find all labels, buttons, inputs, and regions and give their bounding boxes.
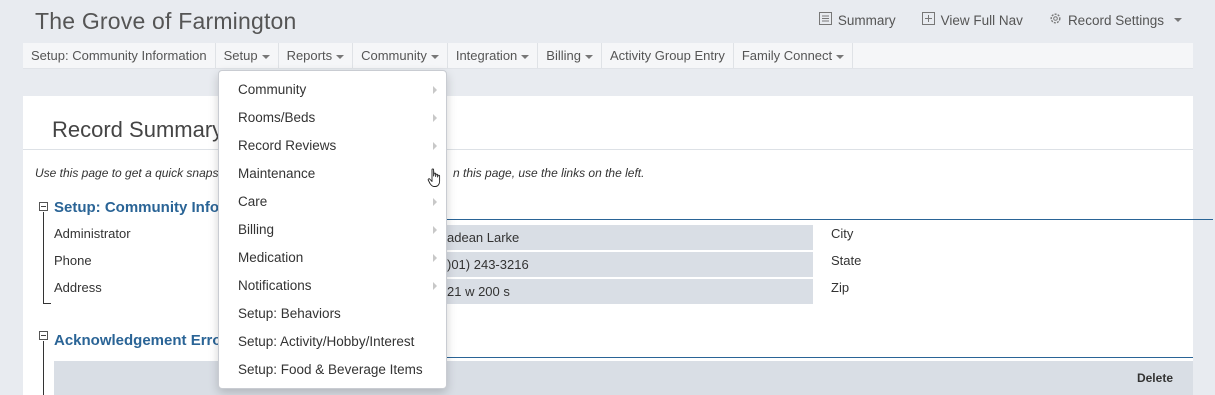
intro-text-end: n this page, use the links on the left.: [453, 166, 645, 180]
menu-item-rooms-beds[interactable]: Rooms/Beds: [219, 104, 446, 132]
section-bracket: [43, 341, 44, 395]
chevron-right-icon: [433, 86, 437, 94]
menu-item-setup-activity-hobby-interest[interactable]: Setup: Activity/Hobby/Interest: [219, 328, 446, 356]
label-address: Address: [54, 280, 102, 295]
collapse-toggle[interactable]: [39, 202, 48, 211]
summary-label: Summary: [837, 12, 896, 28]
label-administrator: Administrator: [54, 226, 131, 241]
intro-text: Use this page to get a quick snapsh n th…: [35, 166, 644, 180]
hand-cursor-icon: [427, 168, 443, 193]
view-full-nav-label: View Full Nav: [940, 12, 1023, 28]
gear-icon: [1049, 12, 1062, 28]
nav-integration[interactable]: Integration: [448, 43, 539, 68]
page-title: Record Summary: [52, 117, 224, 142]
chevron-down-icon: [336, 54, 345, 59]
list-icon: [818, 12, 832, 28]
record-settings-label: Record Settings: [1067, 12, 1164, 28]
chevron-down-icon: [1174, 18, 1182, 22]
label-city: City: [831, 226, 854, 241]
section-divider: [443, 219, 1213, 220]
menu-item-setup-food-beverage-items[interactable]: Setup: Food & Beverage Items: [219, 356, 446, 384]
label-zip: Zip: [831, 280, 850, 295]
label-phone: Phone: [54, 253, 92, 268]
nav-setup-community-information[interactable]: Setup: Community Information: [23, 43, 216, 68]
view-full-nav-link[interactable]: View Full Nav: [921, 12, 1023, 28]
nav-family-connect[interactable]: Family Connect: [734, 43, 854, 68]
top-actions: Summary View Full Nav Record Settings: [818, 12, 1182, 28]
expand-icon: [921, 12, 935, 28]
chevron-down-icon: [521, 54, 530, 59]
record-summary-panel: Record Summary Use this page to get a qu…: [23, 96, 1213, 395]
chevron-right-icon: [433, 198, 437, 206]
nav-billing[interactable]: Billing: [538, 43, 602, 68]
value-phone: )01) 243-3216: [441, 252, 813, 277]
chevron-right-icon: [433, 282, 437, 290]
chevron-right-icon: [433, 226, 437, 234]
chevron-down-icon: [836, 54, 845, 59]
menu-item-care[interactable]: Care: [219, 188, 446, 216]
nav-activity-group-entry[interactable]: Activity Group Entry: [602, 43, 734, 68]
section-title-community[interactable]: Setup: Community Info: [54, 199, 219, 216]
nav-reports[interactable]: Reports: [279, 43, 354, 68]
summary-link[interactable]: Summary: [818, 12, 896, 28]
menu-item-record-reviews[interactable]: Record Reviews: [219, 132, 446, 160]
column-header-delete: Delete: [1136, 371, 1173, 385]
collapse-toggle[interactable]: [39, 331, 48, 340]
menu-item-setup-behaviors[interactable]: Setup: Behaviors: [219, 300, 446, 328]
record-settings-menu[interactable]: Record Settings: [1049, 12, 1182, 28]
nav-setup[interactable]: Setup: [216, 43, 279, 68]
section-bracket: [43, 212, 44, 304]
chevron-right-icon: [433, 254, 437, 262]
nav-community[interactable]: Community: [353, 43, 448, 68]
chevron-right-icon: [433, 114, 437, 122]
top-bar: The Grove of Farmington Summary View Ful…: [0, 0, 1215, 42]
section-title-acknowledgement[interactable]: Acknowledgement Erro: [54, 332, 222, 349]
menu-item-community[interactable]: Community: [219, 76, 446, 104]
chevron-down-icon: [584, 54, 593, 59]
section-divider: [443, 357, 1193, 358]
intro-text-start: Use this page to get a quick snapsh: [35, 166, 226, 180]
setup-dropdown-menu: Community Rooms/Beds Record Reviews Main…: [218, 70, 447, 389]
menu-item-medication[interactable]: Medication: [219, 244, 446, 272]
menu-item-notifications[interactable]: Notifications: [219, 272, 446, 300]
app-title: The Grove of Farmington: [35, 8, 297, 34]
chevron-down-icon: [430, 54, 439, 59]
label-state: State: [831, 253, 862, 268]
chevron-down-icon: [261, 54, 270, 59]
section-bracket-foot: [43, 303, 51, 304]
menu-item-maintenance[interactable]: Maintenance: [219, 160, 446, 188]
main-nav: Setup: Community Information Setup Repor…: [23, 43, 1193, 69]
value-address: 21 w 200 s: [441, 279, 813, 304]
panel-header: Record Summary: [23, 96, 1193, 150]
menu-item-billing[interactable]: Billing: [219, 216, 446, 244]
chevron-right-icon: [433, 142, 437, 150]
value-administrator: adean Larke: [441, 225, 813, 250]
